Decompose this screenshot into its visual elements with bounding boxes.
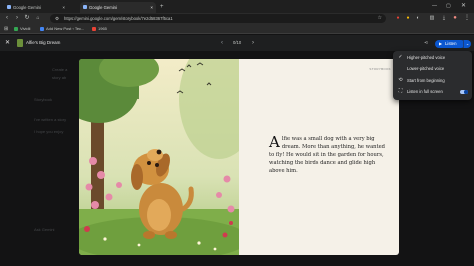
profile-avatar-icon[interactable]: ● — [451, 13, 459, 24]
tab-title: Google Gemini — [89, 5, 117, 10]
menu-item-lower-pitched-voice[interactable]: Lower-pitched voice — [393, 64, 472, 73]
background-chat: Create a story ab Storybook I've written… — [0, 51, 80, 266]
forward-icon[interactable]: › — [13, 13, 21, 24]
check-icon: ✓ — [398, 54, 403, 60]
chat-line: Ask Gemini — [34, 227, 55, 232]
fullscreen-icon: ⛶ — [398, 88, 403, 94]
fullscreen-toggle[interactable] — [460, 89, 468, 94]
book-cover-thumbnail — [17, 39, 23, 47]
maximize-icon[interactable]: ▢ — [446, 0, 451, 12]
listen-options-menu: ✓ Higher-pitched voice Lower-pitched voi… — [393, 51, 472, 100]
extension-icon[interactable]: ● — [404, 13, 412, 24]
story-paragraph: Alfie was a small dog with a very big dr… — [269, 135, 389, 175]
menu-item-start-from-beginning[interactable]: ⟲ Start from beginning — [393, 76, 472, 85]
next-page-icon[interactable]: › — [252, 35, 254, 51]
menu-item-label: Start from beginning — [407, 78, 445, 83]
url-text: https://gemini.google.com/gem/storybook/… — [64, 16, 173, 21]
page-indicator: 0/10 — [233, 40, 242, 45]
reload-icon[interactable]: ↻ — [23, 13, 31, 24]
restart-icon: ⟲ — [398, 77, 403, 83]
back-icon[interactable]: ‹ — [3, 13, 11, 24]
listen-button[interactable]: ▶ Listen — [435, 40, 465, 48]
chat-line: Create a — [52, 67, 68, 72]
sidepanel-icon[interactable]: ▥ — [428, 13, 436, 24]
story-title: Alfie's Big Dream — [26, 40, 61, 45]
story-text-page: STORYBOOK Alfie was a small dog with a v… — [239, 59, 399, 255]
bookmark-label: Vividli — [20, 26, 31, 31]
gemini-favicon-icon — [7, 5, 11, 9]
bookmark-label: 1965 — [98, 26, 107, 31]
menu-item-label: Listen in full screen — [407, 89, 443, 94]
page-label: STORYBOOK — [369, 67, 391, 71]
minimize-icon[interactable]: — — [432, 0, 437, 12]
bookmark-apps-icon[interactable]: ⊞ — [4, 24, 8, 34]
browser-tab[interactable]: Google Gemini × — [4, 2, 68, 13]
chevron-down-icon: ⌄ — [465, 41, 470, 46]
bookmark-favicon-icon — [92, 26, 96, 31]
extension-icon[interactable]: ◐ — [414, 13, 422, 24]
chat-line: I hope you enjoy — [34, 129, 64, 134]
site-info-icon[interactable]: ⚙ — [55, 14, 59, 23]
menu-item-label: Higher-pitched voice — [407, 55, 446, 60]
bookmark-favicon-icon — [40, 26, 44, 31]
menu-icon[interactable]: ⋮ — [463, 13, 471, 24]
extensions-icon[interactable]: ● — [394, 13, 402, 24]
chat-line: Storybook — [34, 97, 53, 102]
prev-page-icon[interactable]: ‹ — [221, 35, 223, 51]
storybook-header: ✕ Alfie's Big Dream ‹ 0/10 › ⋖ — [0, 35, 474, 51]
downloads-icon[interactable]: ⤓ — [440, 13, 448, 24]
home-icon[interactable]: ⌂ — [34, 13, 42, 24]
menu-item-label: Lower-pitched voice — [407, 66, 445, 71]
gemini-favicon-icon — [83, 5, 87, 9]
bookmark-item[interactable]: Add New Post ‹ Tec... — [40, 24, 84, 34]
listen-options-button[interactable]: ⌄ — [463, 40, 471, 48]
close-icon[interactable]: ✕ — [5, 35, 10, 51]
share-icon[interactable]: ⋖ — [424, 35, 428, 51]
story-text: lfie was a small dog with a very big dre… — [269, 136, 385, 174]
drop-cap: A — [269, 133, 280, 151]
storybook-spread: STORYBOOK Alfie was a small dog with a v… — [79, 59, 399, 255]
menu-item-listen-in-full-screen[interactable]: ⛶ Listen in full screen — [393, 87, 472, 96]
bookmark-star-icon[interactable]: ☆ — [378, 14, 382, 23]
story-illustration — [79, 59, 239, 255]
tab-strip: Google Gemini × Google Gemini × + — ▢ ✕ — [0, 0, 474, 13]
bookmark-favicon-icon — [14, 26, 18, 31]
bookmark-item[interactable]: 1965 — [92, 24, 107, 34]
menu-item-higher-pitched-voice[interactable]: ✓ Higher-pitched voice — [393, 53, 472, 62]
dog-in-garden-illustration — [79, 59, 239, 255]
bookmarks-bar: ⊞ Vividli Add New Post ‹ Tec... 1965 — [0, 24, 474, 34]
new-tab-button[interactable]: + — [160, 2, 164, 12]
chat-line: I've written a story — [34, 117, 67, 122]
listen-label: Listen — [445, 41, 457, 46]
bookmark-label: Add New Post ‹ Tec... — [46, 26, 85, 31]
address-bar[interactable]: ⚙ https://gemini.google.com/gem/storyboo… — [50, 14, 386, 23]
close-tab-icon[interactable]: × — [150, 2, 153, 13]
close-window-icon[interactable]: ✕ — [461, 0, 466, 12]
close-tab-icon[interactable]: × — [62, 2, 65, 13]
browser-tab-active[interactable]: Google Gemini × — [80, 2, 156, 13]
play-icon: ▶ — [439, 41, 443, 46]
tab-title: Google Gemini — [13, 5, 41, 10]
chat-line: story ab — [52, 75, 67, 80]
bookmark-item[interactable]: Vividli — [14, 24, 30, 34]
